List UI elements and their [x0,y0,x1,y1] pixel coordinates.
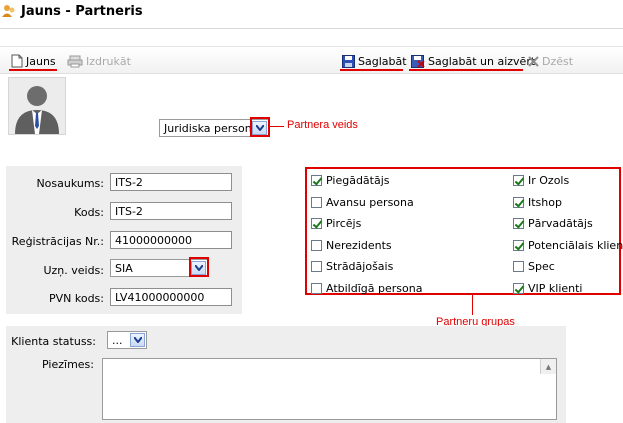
group-checkbox-label: Potenciālais klients [528,238,623,252]
checkbox-unchecked-icon[interactable] [513,261,524,273]
group-checkbox-label: Spec [528,260,555,274]
group-checkbox-item[interactable]: Ir Ozols [513,174,569,187]
checkbox-checked-icon[interactable] [513,283,524,294]
chevron-down-icon[interactable] [130,333,145,347]
delete-x-icon [528,55,539,67]
new-button-label: Jauns [26,54,56,68]
company-type-value: SIA [115,261,133,275]
partner-icon [2,5,15,17]
group-checkbox-item[interactable]: Nerezidents [311,239,392,252]
group-checkbox-item[interactable]: Atbildīgā persona [311,282,422,295]
checkbox-checked-icon[interactable] [311,175,322,186]
client-status-select[interactable]: ... [107,331,147,349]
person-icon [9,78,65,134]
save-and-close-button[interactable]: Saglabāt un aizvērt [411,54,535,68]
reg-number-label: Reģistrācijas Nr.: [11,235,104,248]
code-field[interactable] [110,202,232,220]
vat-code-field[interactable] [110,288,232,306]
group-checkbox-item[interactable]: Itshop [513,196,562,209]
group-checkbox-label: Pircējs [326,217,362,231]
annotation-underline-save-close [409,69,523,71]
checkbox-checked-icon[interactable] [513,218,524,230]
save-close-icon [411,54,425,68]
checkbox-checked-icon[interactable] [513,175,524,186]
annotation-line-partner-type [270,126,284,127]
group-checkbox-label: Nerezidents [326,238,392,252]
group-checkbox-item[interactable]: Piegādātājs [311,174,390,187]
delete-button-label: Dzēst [542,54,574,68]
print-button-label: Izdrukāt [86,54,131,68]
notes-field[interactable]: ▲ [102,358,557,420]
group-checkbox-item[interactable]: Strādājošais [311,260,393,273]
group-checkbox-item[interactable]: Spec [513,260,555,273]
title-divider [0,28,623,29]
annotation-box-partner-type [250,117,270,137]
delete-button[interactable]: Dzēst [528,54,573,68]
group-checkbox-label: Atbildīgā persona [326,282,423,295]
checkbox-checked-icon[interactable] [513,196,524,208]
notes-label: Piezīmes: [42,358,94,371]
checkbox-unchecked-icon[interactable] [311,283,322,294]
reg-number-field[interactable] [110,231,232,249]
group-checkbox-item[interactable]: VIP klienti [513,282,583,295]
group-checkbox-label: Strādājošais [326,260,394,274]
group-checkbox-item[interactable]: Avansu persona [311,196,414,209]
group-checkbox-item[interactable]: Pārvadātājs [513,217,593,230]
annotation-box-company-type [189,257,209,277]
printer-icon [67,55,83,67]
save-button-label: Saglabāt [358,54,407,68]
annotation-underline-save [340,69,403,71]
group-checkbox-item[interactable]: Pircējs [311,217,361,230]
annotation-partner-type: Partnera veids [287,119,358,131]
scroll-up-arrow-icon[interactable]: ▲ [540,359,556,374]
checkbox-unchecked-icon[interactable] [311,261,322,273]
print-button[interactable]: Izdrukāt [67,54,131,68]
floppy-disk-icon [342,54,355,68]
checkbox-checked-icon[interactable] [311,218,322,230]
partner-type-value: Juridiska persona [164,121,252,135]
save-button[interactable]: Saglabāt [342,54,407,68]
name-label: Nosaukums: [36,177,104,190]
toolbar: Jauns Izdrukāt Saglabāt Saglabāt un aizv… [0,46,623,74]
code-label: Kods: [74,206,104,219]
group-checkbox-label: VIP klienti [528,282,583,295]
checkbox-unchecked-icon[interactable] [311,196,322,208]
group-checkbox-label: Pārvadātājs [528,217,593,231]
name-field[interactable] [110,173,232,191]
checkbox-unchecked-icon[interactable] [311,239,322,251]
client-status-value: ... [112,333,123,347]
avatar[interactable] [8,77,66,135]
company-type-label: Uzņ. veids: [43,264,104,277]
new-document-icon [11,54,23,68]
save-and-close-button-label: Saglabāt un aizvērt [428,54,536,68]
annotation-line-groups [472,295,473,315]
new-button[interactable]: Jauns [11,54,56,68]
group-checkbox-label: Avansu persona [326,195,414,209]
group-checkbox-label: Ir Ozols [528,174,570,187]
annotation-underline-new [9,69,57,71]
client-status-label: Klienta statuss: [11,335,96,348]
checkbox-checked-icon[interactable] [513,239,524,251]
group-checkbox-item[interactable]: Potenciālais klients [513,239,623,252]
window-title: Jauns - Partneris [21,4,143,19]
group-checkbox-label: Piegādātājs [326,174,390,187]
vat-code-label: PVN kods: [48,292,104,305]
group-checkbox-label: Itshop [528,195,562,209]
